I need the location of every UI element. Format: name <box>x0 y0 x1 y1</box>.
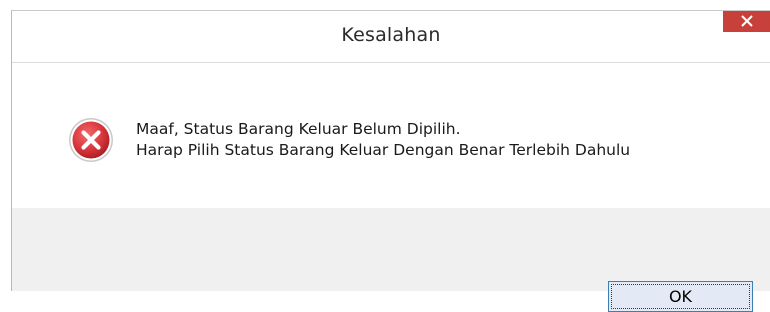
ok-button-label: OK <box>668 287 693 306</box>
ok-button[interactable]: OK <box>608 281 753 312</box>
button-bar: OK <box>12 208 770 312</box>
message-line-2: Harap Pilih Status Barang Keluar Dengan … <box>136 141 631 159</box>
dialog-body: Maaf, Status Barang Keluar Belum Dipilih… <box>12 62 770 312</box>
message-line-1: Maaf, Status Barang Keluar Belum Dipilih… <box>136 120 461 138</box>
dialog-title: Kesalahan <box>341 24 441 46</box>
error-message: Maaf, Status Barang Keluar Belum Dipilih… <box>136 119 630 161</box>
error-icon <box>68 117 114 163</box>
close-icon <box>740 12 753 31</box>
error-dialog: Kesalahan Maaf, Status Barang Keluar Bel… <box>11 10 770 312</box>
title-bar[interactable]: Kesalahan <box>12 11 770 62</box>
message-area: Maaf, Status Barang Keluar Belum Dipilih… <box>12 63 770 208</box>
close-button[interactable] <box>723 11 770 32</box>
